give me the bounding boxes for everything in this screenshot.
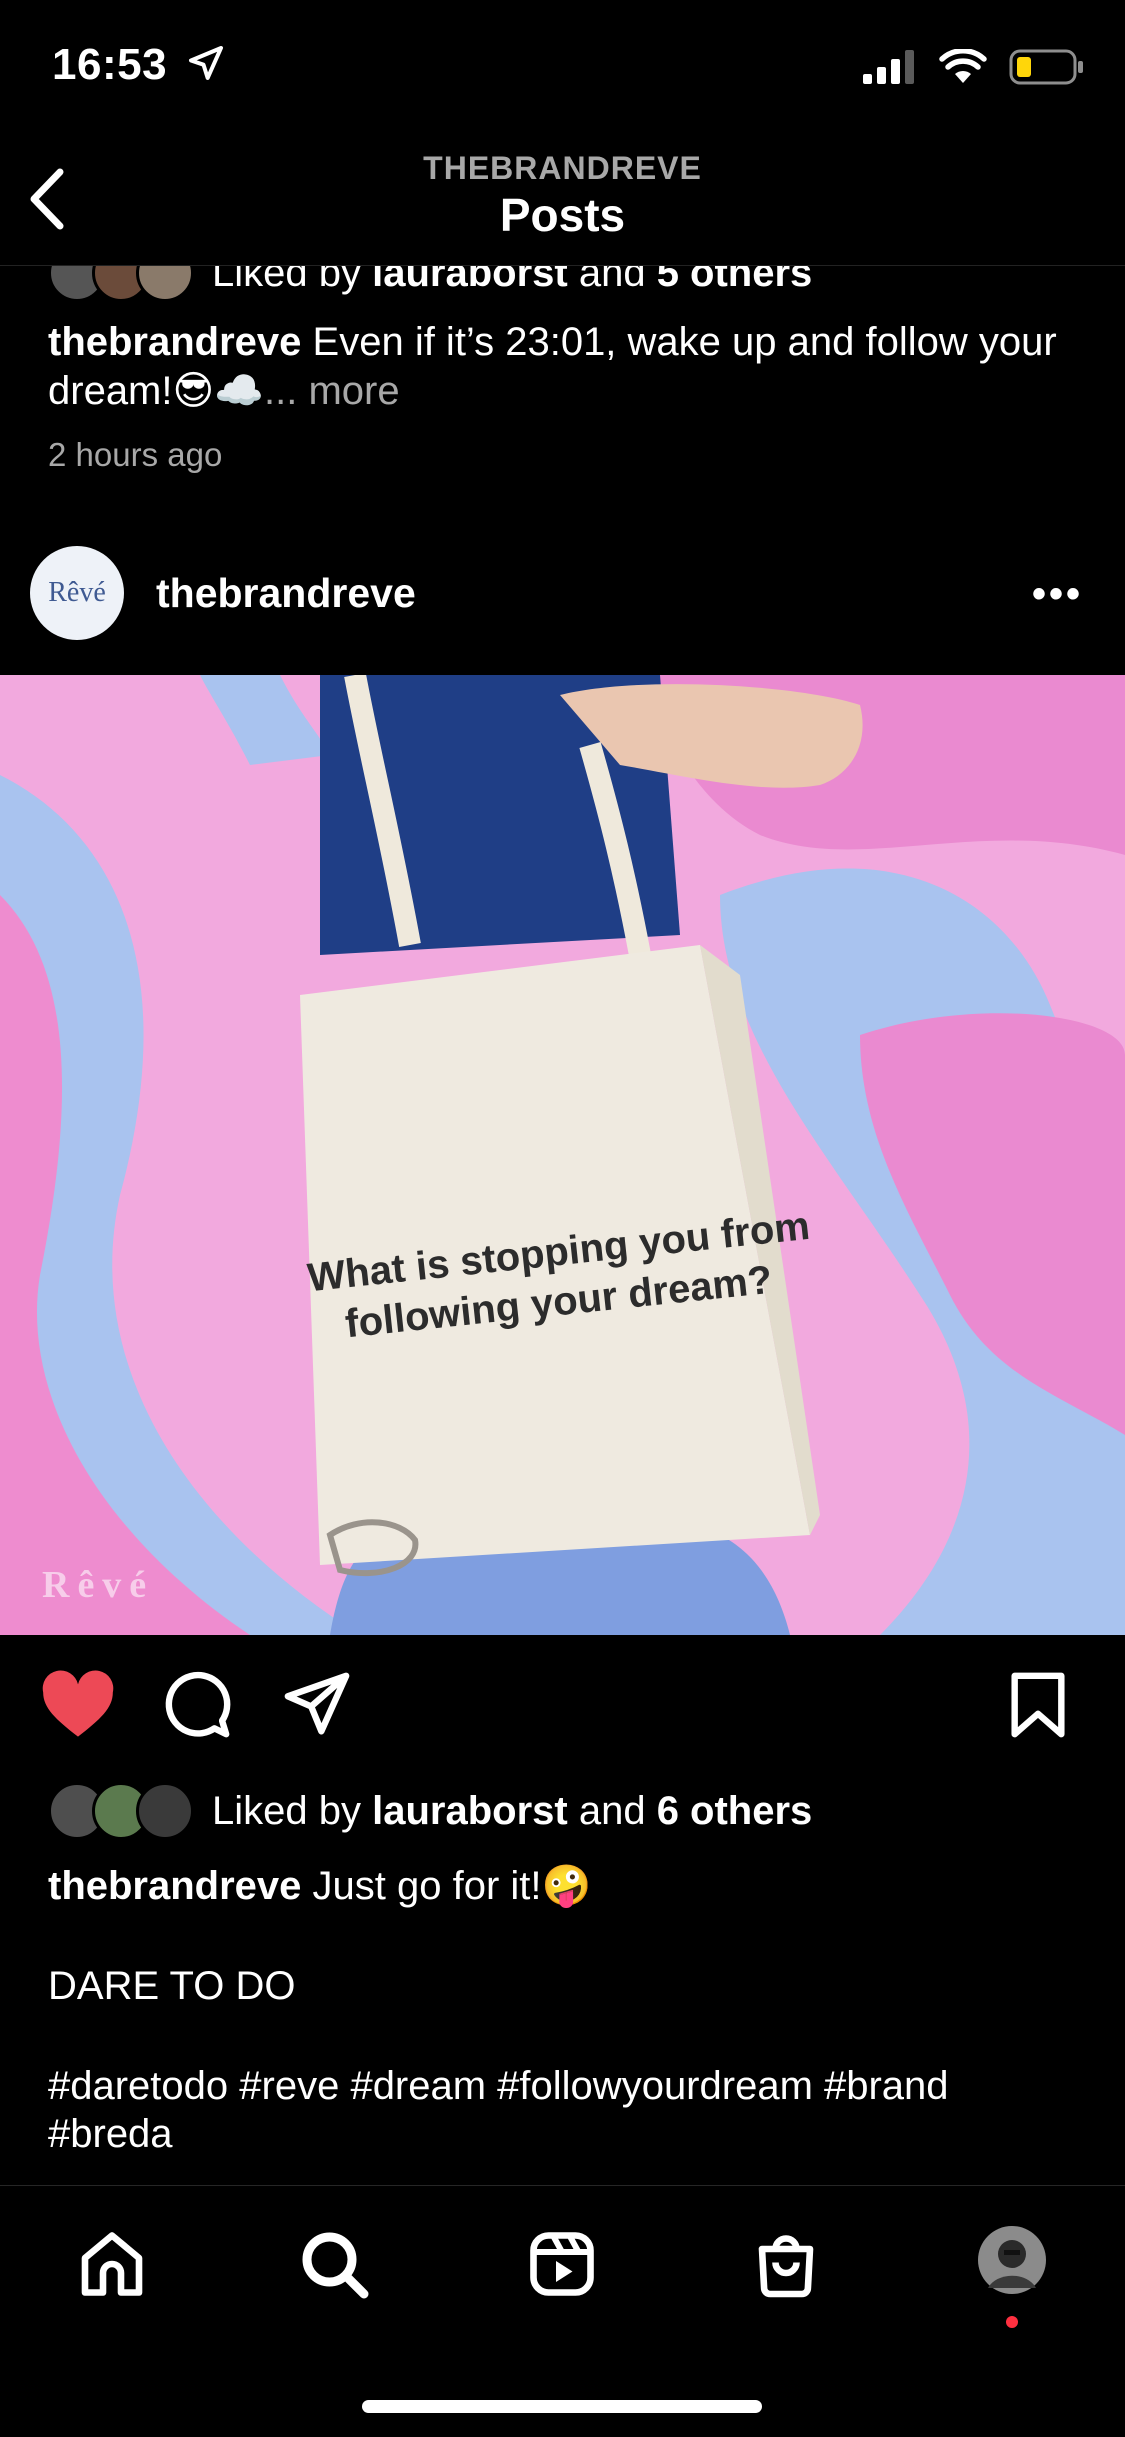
caption-username[interactable]: thebrandreve [48,320,301,364]
signal-icon [863,50,914,84]
nav-header: THEBRANDREVE Posts [0,140,1125,266]
caption-line1: thebrandreve Just go for it!🤪 [48,1862,1078,1910]
caption-text: Just go for it!🤪 [301,1864,592,1908]
more-options-button[interactable]: ••• [1032,572,1083,617]
header-account: THEBRANDREVE [423,150,702,186]
post-image[interactable]: What is stopping you from following your… [0,675,1125,1635]
image-watermark: Rêvé [42,1564,154,1606]
more-icon: ••• [1031,572,1083,616]
avatar [136,1782,194,1840]
comment-button[interactable] [162,1670,232,1745]
status-indicators [863,48,1085,86]
status-time: 16:53 [52,40,226,90]
post-username[interactable]: thebrandreve [156,570,416,617]
location-arrow-icon [188,46,223,80]
liked-prefix: Liked by [212,1788,373,1833]
post-avatar[interactable]: Rêvé [30,546,124,640]
liked-mid: and [567,1788,657,1833]
share-button[interactable] [282,1670,352,1745]
tab-home[interactable] [76,2228,148,2305]
reels-icon [530,2232,594,2296]
liker-avatars [48,1782,194,1840]
caption-line2: DARE TO DO [48,1964,296,2008]
likes-summary[interactable]: Liked by lauraborst and 6 others [48,1782,812,1840]
tab-profile[interactable] [976,2224,1048,2301]
tab-shop[interactable] [750,2228,822,2305]
home-icon [81,2232,143,2296]
comment-icon [165,1671,231,1738]
prev-caption: thebrandreve Even if it’s 23:01, wake up… [48,318,1078,416]
prev-post-time: 2 hours ago [48,436,223,473]
shop-icon [758,2235,814,2298]
post-caption: thebrandreve Just go for it!🤪 DARE TO DO… [48,1862,1078,2158]
notification-dot [1006,2316,1018,2328]
likes-text: Liked by lauraborst and 6 others [212,1789,812,1834]
like-button[interactable] [40,1670,116,1745]
home-indicator [362,2400,762,2413]
share-icon [284,1672,350,1735]
wifi-icon [939,49,987,83]
profile-avatar [978,2226,1046,2294]
search-icon [302,2232,369,2299]
page-title: Posts [499,189,626,241]
status-time-text: 16:53 [52,40,168,89]
avatar-logo-text: Rêvé [48,577,106,608]
liked-user[interactable]: lauraborst [372,1789,568,1833]
tab-search[interactable] [298,2228,370,2305]
tab-reels[interactable] [526,2228,598,2305]
post-photo: What is stopping you from following your… [0,675,1125,1635]
more-link[interactable]: ... more [264,369,400,413]
save-button[interactable] [1003,1670,1073,1745]
caption-hashtags[interactable]: #daretodo #reve #dream #followyourdream … [48,2062,1078,2158]
post-actions [0,1670,1125,1770]
battery-icon [1009,49,1083,85]
caption-username[interactable]: thebrandreve [48,1864,301,1908]
liked-others[interactable]: 6 others [657,1789,813,1833]
heart-icon [42,1670,114,1737]
bookmark-icon [1011,1672,1065,1738]
